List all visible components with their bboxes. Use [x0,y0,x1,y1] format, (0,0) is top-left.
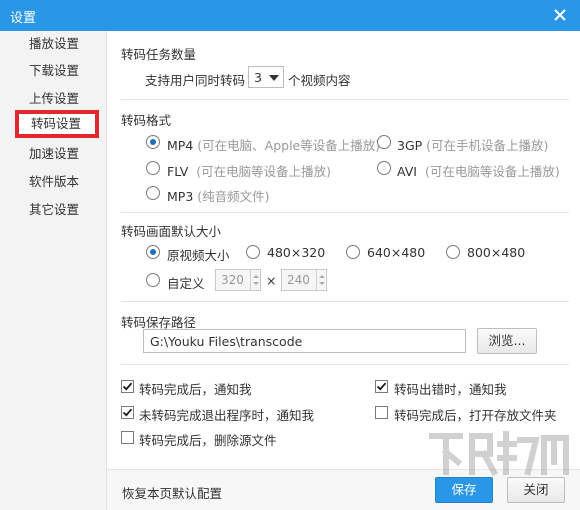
format-flv-radio[interactable] [146,161,160,175]
format-mp3-label: MP3 (纯音频文件) [167,189,270,204]
size-custom-radio[interactable] [146,273,160,287]
window-title: 设置 [10,11,37,26]
delete-source-label: 转码完成后，删除源文件 [139,433,277,448]
custom-width-value: 320 [221,273,244,287]
delete-source-checkbox[interactable] [121,431,134,444]
custom-width-stepper[interactable]: 320 [215,269,261,291]
save-path-field[interactable]: G:\Youku Files\transcode [143,329,466,353]
size-480x320-label: 480×320 [267,245,326,260]
notify-on-complete-label: 转码完成后，通知我 [139,382,252,397]
notify-on-error-label: 转码出错时，通知我 [394,382,507,397]
tasks-suffix-label: 个视频内容 [288,73,351,88]
size-section-title: 转码画面默认大小 [121,224,222,239]
browse-button[interactable]: 浏览... [477,328,537,354]
format-mp4-label: MP4 (可在电脑、Apple等设备上播放) [167,138,381,153]
sidebar-item-version[interactable]: 软件版本 [0,169,107,195]
tasks-section-title: 转码任务数量 [121,47,197,62]
reset-defaults-link[interactable]: 恢复本页默认配置 [122,483,222,502]
notify-on-exit-label: 未转码完成退出程序时，通知我 [139,408,315,423]
size-original-radio[interactable] [146,245,160,259]
format-3gp-label: 3GP (可在手机设备上播放) [397,138,549,153]
format-mp4-radio[interactable] [146,135,160,149]
format-flv-label: FLV (可在电脑等设备上播放) [167,164,332,179]
size-640x480-label: 640×480 [367,245,426,260]
divider [121,99,569,100]
format-3gp-radio[interactable] [377,135,391,149]
concurrent-tasks-value: 3 [254,70,262,85]
sidebar-item-other[interactable]: 其它设置 [0,197,107,223]
size-800x480-label: 800×480 [467,245,526,260]
stepper-arrows-icon[interactable] [250,270,260,290]
watermark-logo [429,431,569,477]
save-path-value: G:\Youku Files\transcode [150,334,303,349]
sidebar-item-upload[interactable]: 上传设置 [0,86,107,112]
sidebar-item-transcode[interactable]: 转码设置 [15,110,99,138]
concurrent-tasks-select[interactable]: 3 [248,66,284,88]
format-section-title: 转码格式 [121,113,172,128]
sidebar-item-acceleration[interactable]: 加速设置 [0,141,107,167]
custom-height-value: 240 [287,273,310,287]
divider [121,212,569,213]
size-640x480-radio[interactable] [346,245,360,259]
sidebar-item-download[interactable]: 下载设置 [0,58,107,84]
size-custom-label: 自定义 [167,276,205,291]
notify-on-exit-checkbox[interactable] [121,406,134,419]
title-bar: 设置 [0,0,580,31]
divider [121,301,569,302]
size-480x320-radio[interactable] [246,245,260,259]
format-avi-radio[interactable] [377,161,391,175]
format-mp3-radio[interactable] [146,186,160,200]
open-folder-checkbox[interactable] [375,406,388,419]
format-avi-label: AVI (可在电脑等设备上播放) [397,164,560,179]
size-original-label: 原视频大小 [167,248,230,263]
size-times-sign: × [266,273,277,288]
settings-sidebar: 播放设置 下载设置 上传设置 转码设置 加速设置 软件版本 其它设置 [0,31,107,510]
notify-on-complete-checkbox[interactable] [121,380,134,393]
divider [121,364,569,365]
chevron-down-icon [269,75,279,81]
stepper-arrows-icon[interactable] [316,270,326,290]
size-800x480-radio[interactable] [446,245,460,259]
close-icon[interactable] [550,5,570,25]
custom-height-stepper[interactable]: 240 [281,269,327,291]
notify-on-error-checkbox[interactable] [375,380,388,393]
sidebar-item-playback[interactable]: 播放设置 [0,31,107,57]
tasks-prefix-label: 支持用户同时转码 [145,73,246,88]
